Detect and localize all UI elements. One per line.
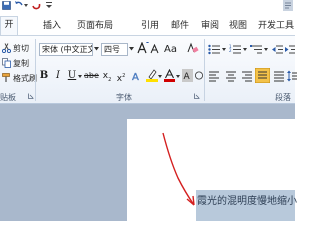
- annotation-arrow-icon: [162, 132, 195, 206]
